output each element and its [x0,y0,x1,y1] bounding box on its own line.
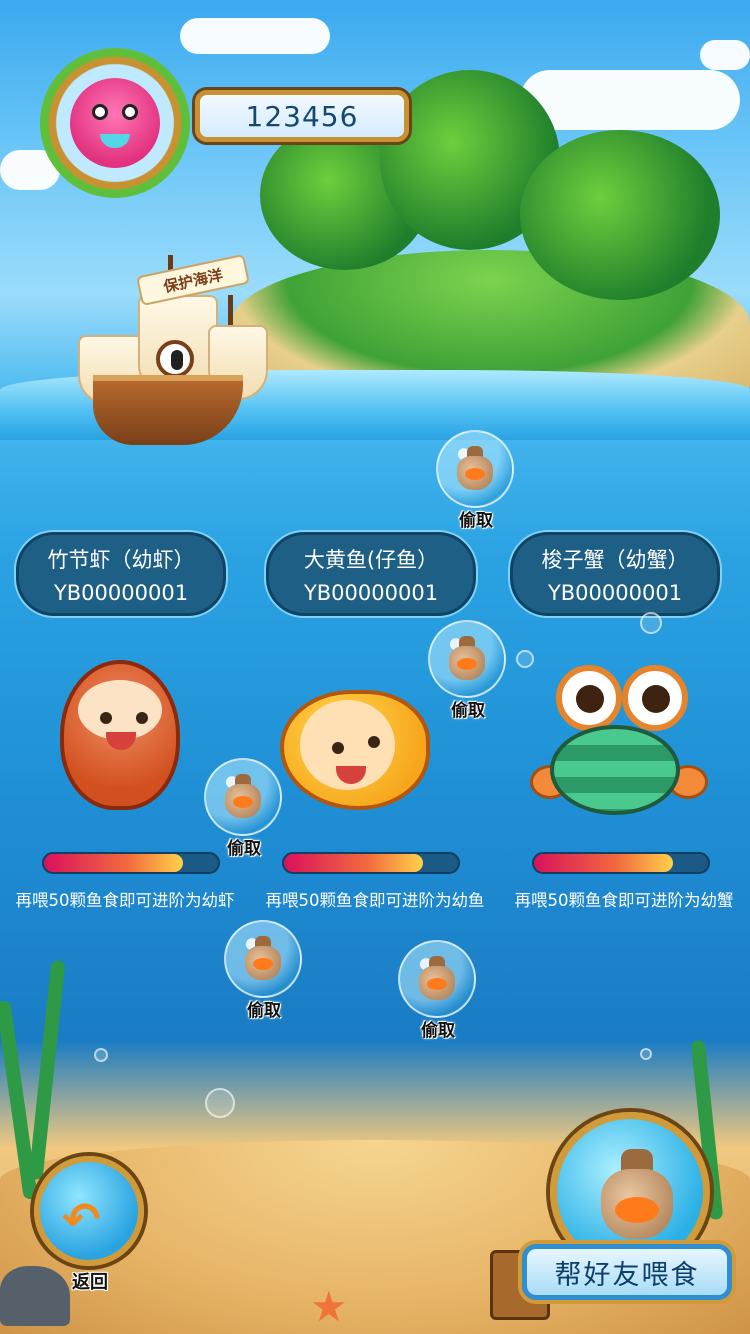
pet-label-crab: 梭子蟹（幼蟹） YB00000001 [508,530,722,618]
pet-eye [136,712,148,724]
pet-shrimp[interactable] [60,640,190,820]
pet-crab[interactable] [530,655,710,825]
feed-friend-button[interactable]: 帮好友喂食 [522,1244,732,1300]
progress-fill [284,854,424,872]
fish-food-bag-icon [449,636,485,680]
pet-eye [332,742,344,754]
pet-id: YB00000001 [53,581,189,605]
steal-bubble[interactable]: 偷取 [396,940,480,1044]
water-bubble [516,650,534,668]
progress-fill [44,854,184,872]
growth-progress-bar [42,852,220,874]
pet-eye [100,712,112,724]
pet-id: YB00000001 [303,581,439,605]
crab-eye [556,665,622,731]
avatar[interactable] [70,78,160,168]
seaweed [28,959,66,1181]
crab-shell [550,725,680,815]
pet-name: 竹节虾（幼虾） [47,548,195,572]
back-button[interactable]: ↶ [34,1156,144,1266]
pet-yellow-fish[interactable] [270,660,450,820]
score-display: 123456 [195,90,409,142]
cloud [520,70,740,130]
avatar-eye [92,104,108,120]
water-bubble [640,612,662,634]
water-bubble [94,1048,108,1062]
pet-name: 梭子蟹（幼蟹） [541,548,689,572]
upgrade-hint: 再喂50颗鱼食即可进阶为幼虾 [15,891,235,910]
progress-fill [534,854,674,872]
steal-label: 偷取 [247,1001,281,1021]
back-arrow-icon: ↶ [62,1192,101,1246]
water-bubble [205,1088,235,1118]
avatar-eye [122,104,138,120]
ship-hull [93,375,243,445]
fish-food-bag-icon [245,936,281,980]
cloud [700,40,750,70]
shrimp-face [78,680,162,740]
fish-food-bag-icon [457,446,493,490]
pet-label-fish: 大黄鱼(仔鱼） YB00000001 [264,530,478,618]
fish-food-bag-icon [225,774,261,818]
pirate-ship: 保护海洋 [48,235,278,485]
starfish-icon: ★ [310,1282,348,1331]
pet-name: 大黄鱼(仔鱼） [303,548,439,572]
upgrade-hint: 再喂50颗鱼食即可进阶为幼蟹 [514,891,734,910]
growth-progress-bar [282,852,460,874]
steal-bubble[interactable]: 偷取 [434,430,518,534]
water-bubble [640,1048,652,1060]
steal-label: 偷取 [459,511,493,531]
fish-food-bag-icon [601,1149,673,1239]
back-label[interactable]: 返回 [60,1268,120,1294]
penguin-emblem-icon [156,340,194,378]
crab-eye [622,665,688,731]
cloud [180,18,330,54]
pet-label-shrimp: 竹节虾（幼虾） YB00000001 [14,530,228,618]
avatar-frame [40,48,190,198]
growth-progress-bar [532,852,710,874]
upgrade-hint: 再喂50颗鱼食即可进阶为幼鱼 [265,891,485,910]
palm-tree [520,130,720,300]
pet-eye [368,736,380,748]
steal-label: 偷取 [421,1021,455,1041]
fish-food-bag-icon [419,956,455,1000]
steal-bubble[interactable]: 偷取 [222,920,306,1024]
avatar-mouth [100,134,130,148]
pet-id: YB00000001 [547,581,683,605]
